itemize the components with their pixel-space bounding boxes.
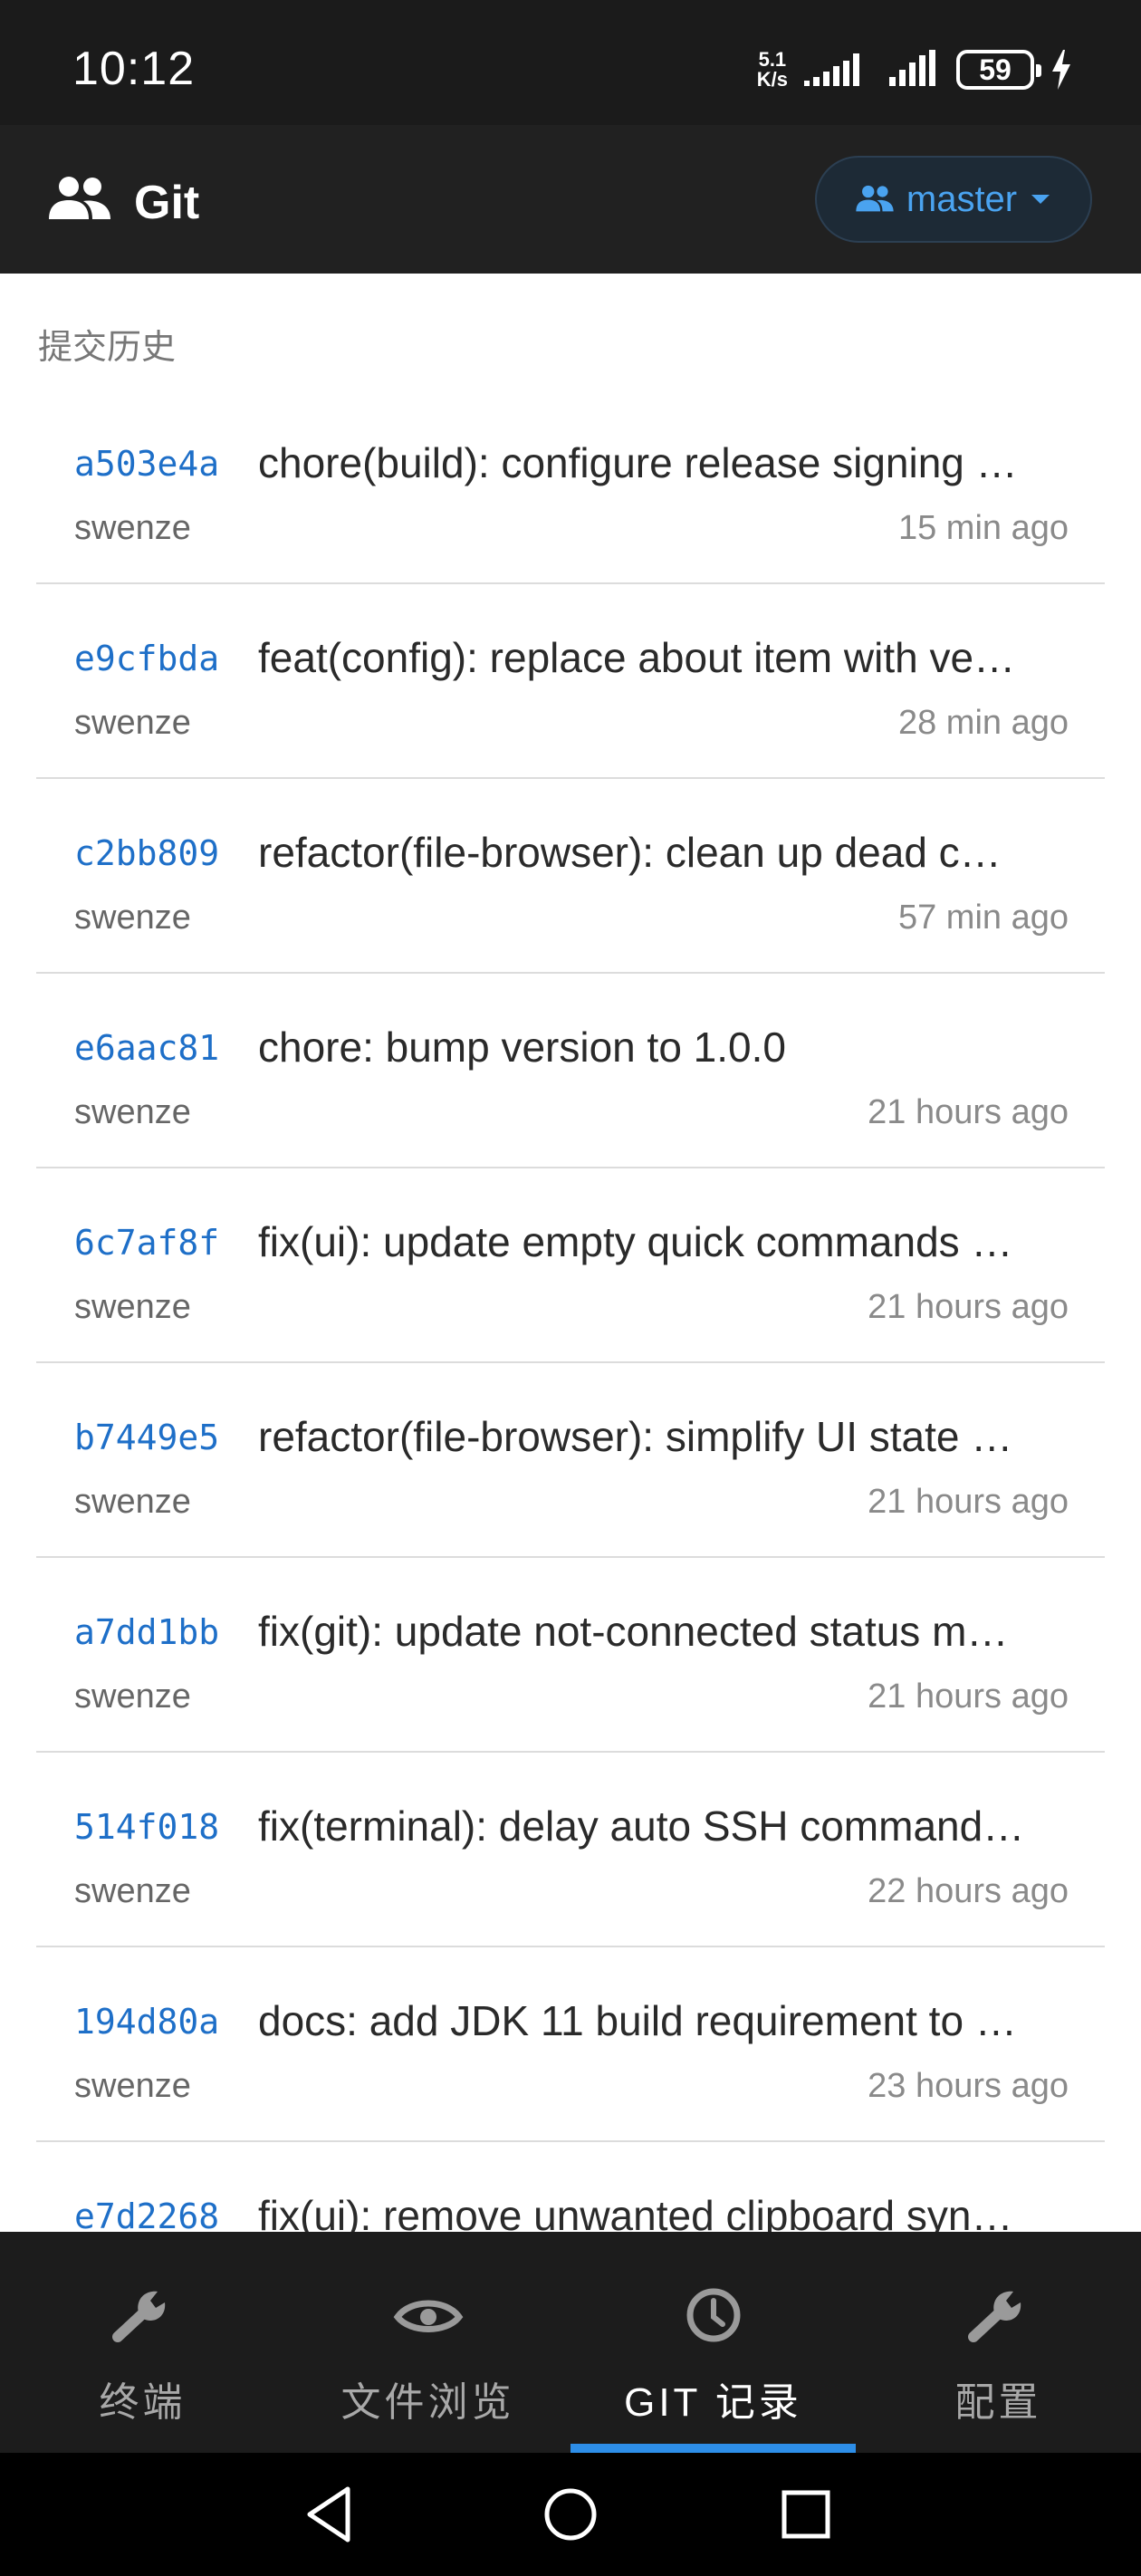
- commit-time: 21 hours ago: [868, 1288, 1069, 1326]
- section-title: 提交历史: [38, 329, 177, 367]
- commit-row[interactable]: 194d80a docs: add JDK 11 build requireme…: [36, 1947, 1105, 2142]
- commit-message: fix(ui): remove unwanted clipboard syn…: [258, 2192, 1013, 2232]
- commit-hash: 514f018: [74, 1807, 220, 1847]
- commit-message: fix(terminal): delay auto SSH command…: [258, 1802, 1025, 1850]
- commit-hash: e6aac81: [74, 1028, 220, 1068]
- commit-hash: e9cfbda: [74, 639, 220, 678]
- commit-hash: c2bb809: [74, 833, 220, 873]
- people-icon: [856, 185, 894, 212]
- commit-time: 21 hours ago: [868, 1677, 1069, 1716]
- commit-hash: 194d80a: [74, 2002, 220, 2042]
- commit-hash: a503e4a: [74, 444, 220, 484]
- commit-message: refactor(file-browser): clean up dead c…: [258, 829, 1002, 876]
- wrench-icon: [967, 2291, 1021, 2342]
- back-icon[interactable]: [297, 2480, 366, 2549]
- commit-history-panel[interactable]: 提交历史 a503e4a chore(build): configure rel…: [0, 274, 1141, 2232]
- commit-time: 22 hours ago: [868, 1872, 1069, 1910]
- commit-author: swenze: [74, 509, 191, 547]
- commit-message: chore: bump version to 1.0.0: [258, 1024, 786, 1071]
- recents-icon[interactable]: [772, 2480, 840, 2549]
- commit-hash: b7449e5: [74, 1418, 220, 1457]
- commit-row[interactable]: e6aac81 chore: bump version to 1.0.0 swe…: [36, 974, 1105, 1168]
- commit-hash: a7dd1bb: [74, 1612, 220, 1652]
- wrench-icon: [111, 2291, 165, 2342]
- commit-time: 21 hours ago: [868, 1483, 1069, 1521]
- branch-name: master: [906, 178, 1018, 219]
- commit-hash: 6c7af8f: [74, 1223, 220, 1263]
- commit-message: fix(git): update not-connected status m…: [258, 1608, 1009, 1655]
- network-speed-unit: K/s: [756, 68, 788, 91]
- system-navigation-bar: [0, 2453, 1141, 2576]
- app-title: Git: [134, 177, 200, 229]
- commit-message: fix(ui): update empty quick commands …: [258, 1218, 1013, 1265]
- home-icon[interactable]: [536, 2480, 605, 2549]
- battery-level: 59: [979, 53, 1012, 86]
- commit-row[interactable]: b7449e5 refactor(file-browser): simplify…: [36, 1363, 1105, 1558]
- battery-icon: 59: [956, 50, 1041, 90]
- dropdown-arrow-icon: [1031, 195, 1050, 204]
- signal-strength-icon: [889, 50, 935, 86]
- status-time: 10:12: [72, 43, 196, 95]
- clock-icon: [686, 2288, 740, 2342]
- network-speed: 5.1 K/s: [757, 50, 788, 90]
- app-bar: Git master: [0, 125, 1141, 274]
- commit-row[interactable]: e7d2268 fix(ui): remove unwanted clipboa…: [36, 2142, 1105, 2232]
- commit-row[interactable]: a7dd1bb fix(git): update not-connected s…: [36, 1558, 1105, 1753]
- eye-icon: [393, 2300, 463, 2332]
- commit-message: docs: add JDK 11 build requirement to …: [258, 1997, 1017, 2044]
- nav-tab-file-browser[interactable]: 文件浏览: [285, 2232, 570, 2453]
- commit-hash: e7d2268: [74, 2196, 220, 2232]
- commit-author: swenze: [74, 1483, 191, 1521]
- commit-author: swenze: [74, 1288, 191, 1326]
- commit-author: swenze: [74, 1093, 191, 1131]
- commit-message: refactor(file-browser): simplify UI stat…: [258, 1413, 1013, 1460]
- commit-author: swenze: [74, 899, 191, 937]
- commit-message: feat(config): replace about item with ve…: [258, 634, 1016, 681]
- nav-label: GIT 记录: [624, 2380, 802, 2425]
- active-tab-indicator: [570, 2444, 856, 2453]
- nav-tab-terminal[interactable]: 终端: [0, 2232, 285, 2453]
- commit-message: chore(build): configure release signing …: [258, 439, 1018, 486]
- commit-row[interactable]: c2bb809 refactor(file-browser): clean up…: [36, 779, 1105, 974]
- commit-row[interactable]: a503e4a chore(build): configure release …: [36, 389, 1105, 584]
- nav-tab-git-history[interactable]: GIT 记录: [570, 2232, 856, 2453]
- nav-label: 终端: [99, 2380, 187, 2425]
- commit-row[interactable]: 514f018 fix(terminal): delay auto SSH co…: [36, 1753, 1105, 1947]
- people-icon: [49, 177, 110, 219]
- commit-author: swenze: [74, 2067, 191, 2105]
- commit-time: 15 min ago: [897, 509, 1069, 547]
- status-bar: 10:12 5.1 K/s 59: [0, 0, 1141, 125]
- commit-time: 21 hours ago: [868, 1093, 1069, 1131]
- commit-time: 28 min ago: [897, 704, 1069, 742]
- charging-bolt-icon: [1052, 50, 1070, 90]
- commit-time: 23 hours ago: [868, 2067, 1069, 2105]
- status-indicators: 5.1 K/s 59: [757, 47, 1072, 92]
- commit-author: swenze: [74, 704, 191, 742]
- commit-row[interactable]: 6c7af8f fix(ui): update empty quick comm…: [36, 1168, 1105, 1363]
- branch-selector-button[interactable]: master: [815, 156, 1092, 243]
- commit-author: swenze: [74, 1872, 191, 1910]
- nav-label: 配置: [954, 2380, 1042, 2425]
- commit-author: swenze: [74, 1677, 191, 1716]
- nav-tab-config[interactable]: 配置: [856, 2232, 1141, 2453]
- bottom-navigation: 终端 文件浏览 GIT 记录 配置: [0, 2232, 1141, 2453]
- network-speed-value: 5.1: [758, 48, 787, 71]
- nav-label: 文件浏览: [340, 2380, 515, 2425]
- signal-4g-icon: [804, 53, 859, 86]
- commit-list: a503e4a chore(build): configure release …: [36, 389, 1105, 2232]
- commit-time: 57 min ago: [897, 899, 1069, 937]
- commit-row[interactable]: e9cfbda feat(config): replace about item…: [36, 584, 1105, 779]
